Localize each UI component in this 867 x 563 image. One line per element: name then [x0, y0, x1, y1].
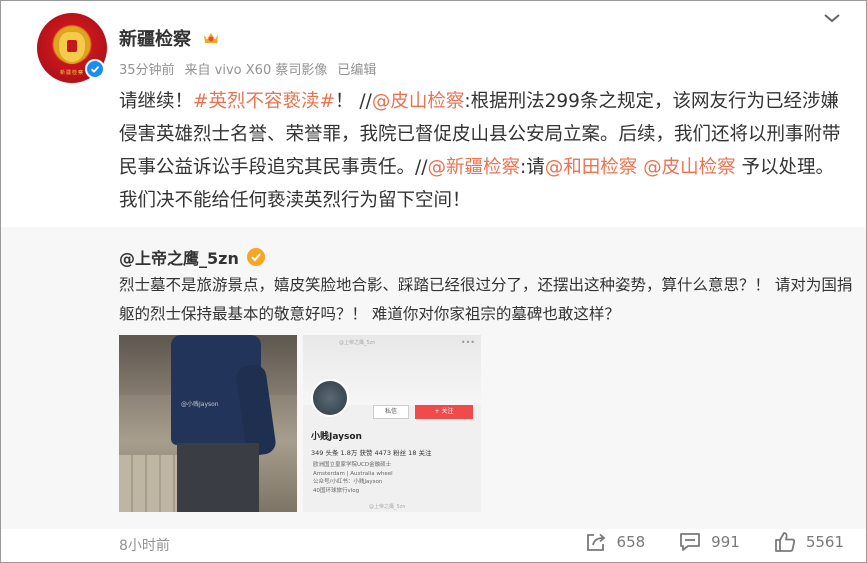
chevron-down-icon[interactable] — [822, 10, 842, 26]
more-dots-icon: ••• — [460, 338, 475, 347]
weibo-post-card: 新疆检察 新疆检察 35分钟前 来自 vivo X60 蔡司影像 已编辑 请继续… — [0, 0, 867, 563]
like-button[interactable]: 5561 — [774, 531, 844, 553]
retweet-author-row: @上帝之鹰_5zn — [119, 245, 265, 269]
share-button[interactable]: 658 — [585, 531, 646, 553]
retweet-author[interactable]: @上帝之鹰_5zn — [119, 245, 239, 269]
action-bar: 658 991 5561 — [585, 531, 844, 553]
text-segment: ！ // — [335, 91, 372, 112]
share-count: 658 — [616, 533, 646, 551]
retweet-image-2[interactable]: @上帝之鹰_5zn ••• 私信 + 关注 小贱Jayson 349 头条 1.… — [303, 335, 481, 512]
procuratorate-emblem-icon — [57, 30, 87, 64]
image-watermark: @小贱Jayson — [181, 401, 219, 408]
profile-info-line: Amsterdam | Australia wheel — [313, 470, 393, 477]
profile-info-line: 40国环球旅行vlog — [313, 487, 360, 494]
profile-info-line: 欧洲国立皇家学院UCD金融硕士 — [313, 462, 392, 468]
profile-info-line: 公众号/小红书：小贱Jayson — [313, 479, 383, 485]
mention-link[interactable]: @和田检察 — [545, 157, 638, 178]
account-name[interactable]: 新疆检察 — [119, 25, 191, 51]
share-icon — [586, 533, 605, 551]
message-button: 私信 — [373, 405, 409, 419]
text-segment: :请 — [519, 157, 545, 178]
text-segment: 请继续！ — [119, 91, 194, 112]
image-person — [171, 335, 278, 512]
comment-icon — [680, 533, 701, 551]
mention-link[interactable]: @皮山检察 — [372, 91, 465, 112]
retweet-image-1[interactable]: @小贱Jayson — [119, 335, 297, 512]
retweet-text: 烈士墓不是旅游景点，嬉皮笑脸地合影、踩踏已经很过分了，还摆出这种姿势，算什么意思… — [119, 276, 853, 323]
profile-stats: 349 头条 1.8万 获赞 4473 粉丝 18 关注 — [311, 449, 432, 457]
post-time[interactable]: 35分钟前 — [119, 59, 175, 78]
image-wall — [119, 455, 179, 512]
post-text: 请继续！#英烈不容亵渎#！ //@皮山检察:根据刑法299条之规定，该网友行为已… — [119, 85, 849, 217]
edited-label[interactable]: 已编辑 — [337, 59, 376, 78]
profile-avatar — [311, 379, 349, 417]
verified-badge-icon — [246, 248, 265, 266]
follow-button: + 关注 — [415, 405, 473, 419]
comment-count: 991 — [711, 533, 740, 551]
account-header: 新疆检察 — [119, 25, 221, 51]
image-watermark: @上帝之鹰_5zn — [339, 340, 376, 346]
verified-badge-icon — [85, 59, 105, 79]
profile-name: 小贱Jayson — [311, 432, 362, 442]
mention-link[interactable]: @皮山检察 — [643, 157, 736, 178]
mention-link[interactable]: @新疆检察 — [427, 157, 520, 178]
comment-button[interactable]: 991 — [679, 532, 740, 552]
thumbs-up-icon — [774, 532, 795, 552]
profile-info: 欧洲国立皇家学院UCD金融硕士 Amsterdam | Australia wh… — [313, 461, 393, 495]
retweet-time[interactable]: 8小时前 — [119, 535, 170, 555]
hashtag-link[interactable]: #英烈不容亵渎# — [193, 91, 335, 112]
person-pants — [177, 443, 259, 512]
vip-crown-icon — [204, 33, 218, 43]
like-count: 5561 — [805, 533, 844, 551]
post-source: 来自 vivo X60 蔡司影像 — [184, 63, 328, 78]
image-watermark: @上帝之鹰_5zn — [369, 504, 406, 510]
post-meta: 35分钟前 来自 vivo X60 蔡司影像 已编辑 — [119, 59, 376, 78]
